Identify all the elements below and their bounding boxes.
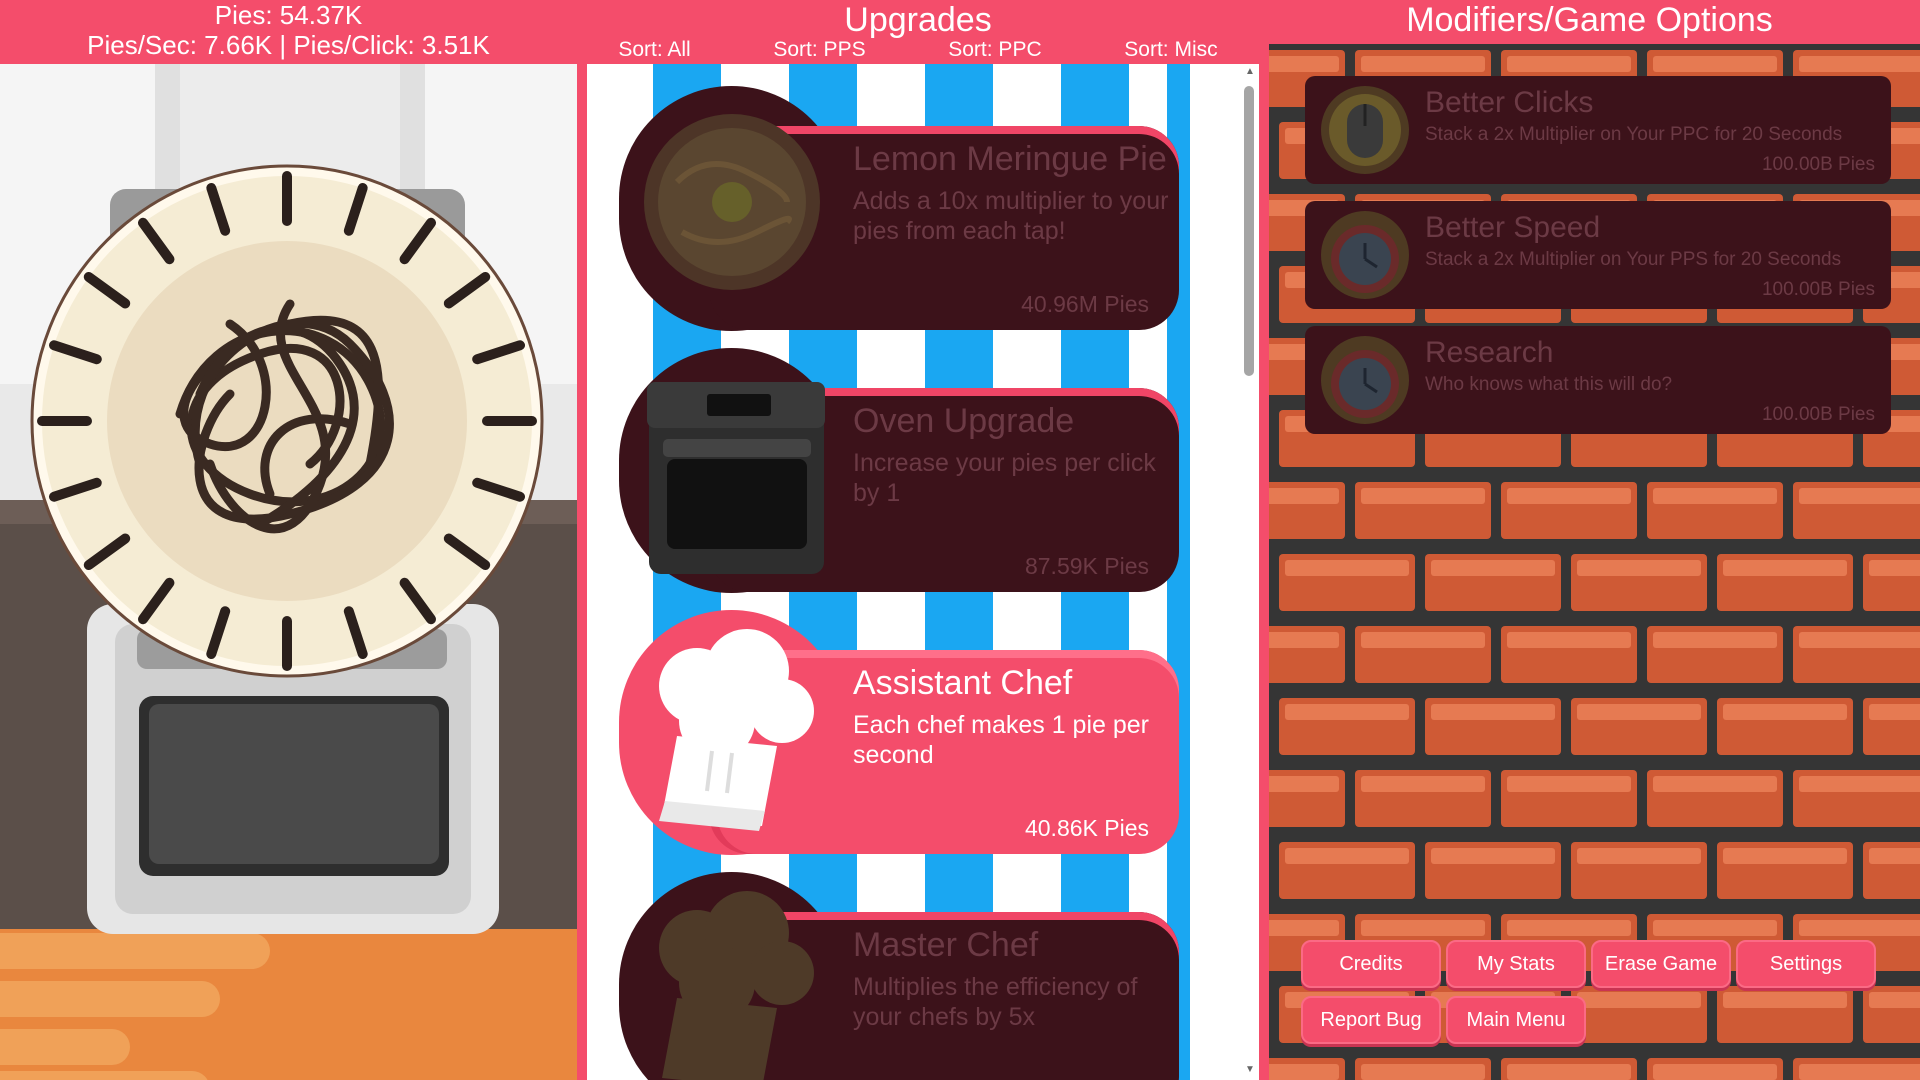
brick [1279,698,1415,755]
stopwatch-icon [1321,211,1409,299]
master-chef-hat-icon [659,891,814,1080]
main-menu-button[interactable]: Main Menu [1446,996,1586,1044]
brick-wall-background [1259,44,1920,1080]
modifier-title: Research [1425,336,1554,369]
brick [1647,1058,1783,1080]
sort-pps-button[interactable]: Sort: PPS [773,38,865,62]
modifier-cost: 100.00B Pies [1761,154,1875,175]
brick [1793,482,1920,539]
brick [1571,842,1707,899]
brick [1863,986,1920,1043]
upgrades-title: Upgrades [844,1,992,39]
report-bug-button[interactable]: Report Bug [1301,996,1441,1044]
upgrade-description: Each chef makes 1 pie per second [853,711,1149,769]
brick [1279,554,1415,611]
modifier-research[interactable]: Research Who knows what this will do? 10… [1305,326,1891,434]
stopwatch-icon [1321,336,1409,424]
brick [1571,986,1707,1043]
sort-misc-button[interactable]: Sort: Misc [1124,38,1217,62]
upgrade-oven[interactable]: Oven Upgrade Increase your pies per clic… [619,348,1179,593]
brick [1863,842,1920,899]
upgrades-panel: ▲ ▼ Lemon Meringue Pie Adds a 10x multip… [577,64,1259,1080]
modifiers-panel: Better Clicks Stack a 2x Multiplier on Y… [1259,44,1920,1080]
brick [1863,554,1920,611]
brick [1571,698,1707,755]
upgrade-description: Adds a 10x multiplier to your pies from … [853,187,1169,245]
brick [1501,1058,1637,1080]
brick [1793,1058,1920,1080]
upgrade-cost: 87.59K Pies [1024,553,1149,579]
brick [1259,770,1345,827]
brick [1259,1058,1345,1080]
oven-window [149,704,439,864]
sort-ppc-button[interactable]: Sort: PPC [948,38,1041,62]
modifiers-title: Modifiers/Game Options [1406,1,1773,39]
scroll-thumb[interactable] [1244,86,1254,376]
pie-click-target[interactable] [30,164,545,679]
scroll-down-arrow-icon[interactable]: ▼ [1244,1064,1256,1075]
my-stats-button[interactable]: My Stats [1446,940,1586,988]
brick [1279,842,1415,899]
kitchen-scene [0,64,577,1080]
brick [1571,554,1707,611]
modifier-better-clicks[interactable]: Better Clicks Stack a 2x Multiplier on Y… [1305,76,1891,184]
upgrade-title: Lemon Meringue Pie [853,140,1167,178]
upgrade-description: Increase your pies per click by 1 [853,449,1156,507]
brick [1425,842,1561,899]
brick [1425,698,1561,755]
brick [1717,986,1853,1043]
sort-all-button[interactable]: Sort: All [618,38,690,62]
modifier-title: Better Clicks [1425,86,1594,119]
brick [1259,626,1345,683]
upgrade-cost: 40.86K Pies [1024,815,1149,841]
modifier-title: Better Speed [1425,211,1601,244]
modifier-cost: 100.00B Pies [1761,279,1875,300]
brick [1647,626,1783,683]
brick [1501,482,1637,539]
upgrade-title: Assistant Chef [853,664,1073,702]
upgrade-master-chef[interactable]: Master Chef Multiplies the efficiency of… [619,872,1179,1080]
upgrades-header: Upgrades Sort: All Sort: PPS Sort: PPC S… [577,0,1259,64]
chef-hat-icon [659,629,814,831]
modifier-better-speed[interactable]: Better Speed Stack a 2x Multiplier on Yo… [1305,201,1891,309]
modifier-cost: 100.00B Pies [1761,404,1875,425]
brick [1793,626,1920,683]
brick [1647,770,1783,827]
brick [1355,626,1491,683]
pie-rates: Pies/Sec: 7.66K | Pies/Click: 3.51K [87,30,490,60]
settings-button[interactable]: Settings [1736,940,1876,988]
brick [1863,698,1920,755]
brick [1501,626,1637,683]
upgrade-title: Oven Upgrade [853,402,1075,440]
lemon-meringue-pie-icon [644,114,820,290]
pie-count: Pies: 54.37K [214,0,363,30]
upgrade-lemon-meringue-pie[interactable]: Lemon Meringue Pie Adds a 10x multiplier… [619,86,1179,331]
brick [1501,770,1637,827]
upgrade-description: Multiplies the efficiency of your chefs … [853,973,1138,1031]
mouse-icon [1321,86,1409,174]
brick [1647,482,1783,539]
scroll-up-arrow-icon[interactable]: ▲ [1244,66,1256,77]
brick [1793,770,1920,827]
modifier-description: Stack a 2x Multiplier on Your PPS for 20… [1425,249,1842,270]
modifier-description: Stack a 2x Multiplier on Your PPC for 20… [1425,124,1843,145]
oven-icon [647,382,825,574]
upgrade-title: Master Chef [853,926,1039,964]
upgrade-cost: 40.96M Pies [1021,291,1149,317]
erase-game-button[interactable]: Erase Game [1591,940,1731,988]
kitchen-floor [0,929,577,1080]
brick [1355,482,1491,539]
brick [1355,770,1491,827]
brick [1259,482,1345,539]
brick [1425,554,1561,611]
credits-button[interactable]: Credits [1301,940,1441,988]
brick [1355,1058,1491,1080]
modifier-description: Who knows what this will do? [1425,374,1673,395]
brick [1717,842,1853,899]
brick [1717,698,1853,755]
brick [1717,554,1853,611]
pie-stats-header: Pies: 54.37K Pies/Sec: 7.66K | Pies/Clic… [0,0,577,64]
sort-bar: Sort: All Sort: PPS Sort: PPC Sort: Misc [577,38,1259,62]
upgrade-assistant-chef[interactable]: Assistant Chef Each chef makes 1 pie per… [619,610,1179,855]
